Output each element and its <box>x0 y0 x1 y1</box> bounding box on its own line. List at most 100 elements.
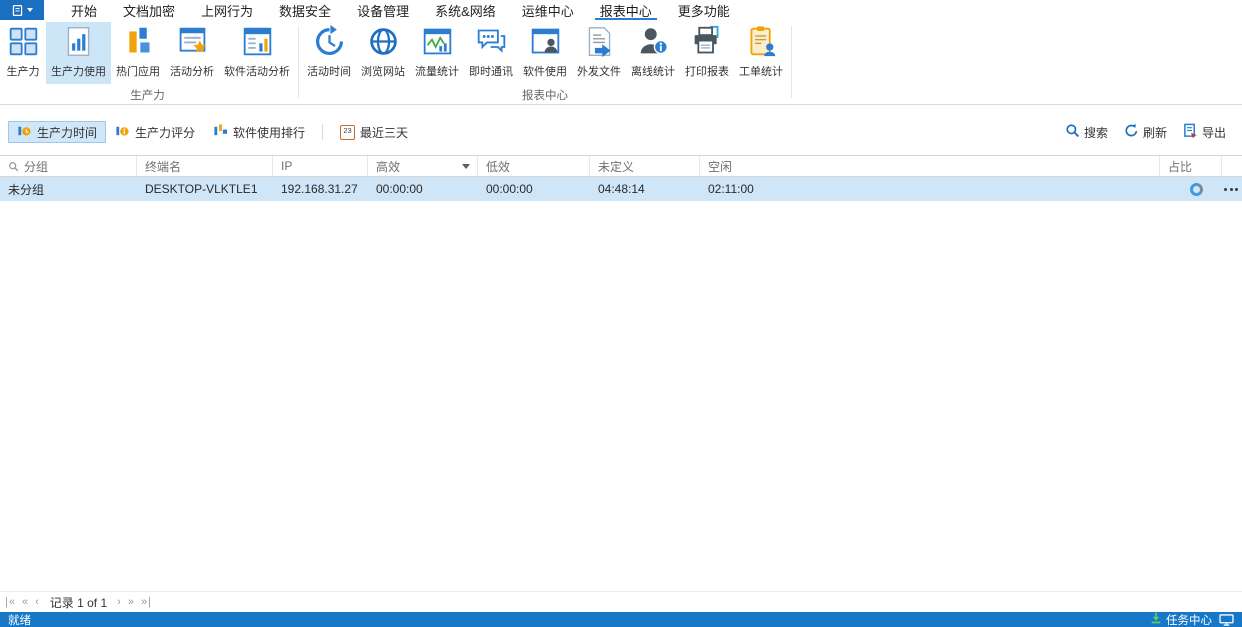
window-chart-icon <box>241 25 274 61</box>
menu-tabs: 开始 文档加密 上网行为 数据安全 设备管理 系统&网络 运维中心 报表中心 更… <box>58 0 743 20</box>
column-header-label: 占比 <box>1168 158 1192 175</box>
column-header-label: 高效 <box>376 158 400 175</box>
printer-icon <box>691 25 724 61</box>
ribbon-group-productivity: 生产力 生产力使用 热门应用 活动分析 软件活动分析 生产力 <box>0 22 295 104</box>
filter-dropdown-icon[interactable] <box>462 164 470 169</box>
user-info-icon <box>637 25 670 61</box>
cell-group: 未分组 <box>0 177 137 201</box>
tab-device-management[interactable]: 设备管理 <box>344 0 422 20</box>
document-star-icon <box>176 25 209 61</box>
task-center-label: 任务中心 <box>1166 612 1212 627</box>
ribbon: 生产力 生产力使用 热门应用 活动分析 软件活动分析 生产力 <box>0 20 1242 105</box>
software-ranking-icon <box>213 123 228 141</box>
tab-web-behavior[interactable]: 上网行为 <box>188 0 266 20</box>
pager-fast-next-icon[interactable]: » <box>128 596 135 608</box>
search-button-label: 搜索 <box>1084 124 1108 141</box>
column-header-label: 低效 <box>486 158 510 175</box>
ribbon-item-label: 软件使用 <box>523 63 567 79</box>
row-actions-ellipsis-icon[interactable] <box>1224 188 1238 191</box>
ribbon-item-label: 生产力 <box>7 63 40 79</box>
ribbon-item-activity-time[interactable]: 活动时间 <box>302 22 356 84</box>
ribbon-item-productivity-usage[interactable]: 生产力使用 <box>46 22 111 84</box>
column-header-group[interactable]: 分组 <box>0 156 137 176</box>
ratio-donut-chart <box>1190 183 1203 196</box>
column-header-label: 空闲 <box>708 158 732 175</box>
refresh-button[interactable]: 刷新 <box>1118 121 1173 143</box>
traffic-chart-icon <box>421 25 454 61</box>
tab-system-network[interactable]: 系统&网络 <box>422 0 509 20</box>
column-header-undefined[interactable]: 未定义 <box>590 156 700 176</box>
ribbon-item-label: 流量统计 <box>415 63 459 79</box>
app-menu-button[interactable] <box>0 0 44 20</box>
pager-next-icon[interactable]: › <box>117 596 122 608</box>
column-header-inefficient[interactable]: 低效 <box>478 156 590 176</box>
pager-record-label: 记录 1 of 1 <box>50 594 107 611</box>
ribbon-item-browse-websites[interactable]: 浏览网站 <box>356 22 410 84</box>
column-header-idle[interactable]: 空闲 <box>700 156 1160 176</box>
ribbon-item-instant-messaging[interactable]: 即时通讯 <box>464 22 518 84</box>
search-button[interactable]: 搜索 <box>1059 121 1114 143</box>
column-header-terminal[interactable]: 终端名 <box>137 156 273 176</box>
view-button-productivity-score[interactable]: 生产力评分 <box>106 121 204 143</box>
pager-last-icon[interactable]: »| <box>141 596 152 608</box>
ribbon-item-software-usage[interactable]: 软件使用 <box>518 22 572 84</box>
ribbon-item-productivity[interactable]: 生产力 <box>0 22 46 84</box>
search-icon <box>8 161 19 172</box>
export-button[interactable]: 导出 <box>1177 121 1232 143</box>
export-button-label: 导出 <box>1202 124 1226 141</box>
pager-first-icon[interactable]: |« <box>5 596 16 608</box>
ribbon-item-offline-stats[interactable]: 离线统计 <box>626 22 680 84</box>
tab-start[interactable]: 开始 <box>58 0 110 20</box>
ribbon-item-traffic-stats[interactable]: 流量统计 <box>410 22 464 84</box>
grid-icon <box>7 25 40 61</box>
ribbon-item-label: 生产力使用 <box>51 63 106 79</box>
tab-report-center[interactable]: 报表中心 <box>587 0 665 20</box>
table-row[interactable]: 未分组 DESKTOP-VLKTLE1 192.168.31.27 00:00:… <box>0 177 1242 201</box>
cell-inefficient: 00:00:00 <box>478 177 590 201</box>
ribbon-item-work-order-stats[interactable]: 工单统计 <box>734 22 788 84</box>
file-export-icon <box>583 25 616 61</box>
ribbon-item-activity-analysis[interactable]: 活动分析 <box>165 22 219 84</box>
search-icon <box>1065 123 1080 141</box>
ribbon-item-hot-apps[interactable]: 热门应用 <box>111 22 165 84</box>
column-header-ratio[interactable]: 占比 <box>1160 156 1222 176</box>
ribbon-group-report-center: 活动时间 浏览网站 流量统计 即时通讯 软件使用 外发文件 <box>302 22 788 104</box>
ribbon-item-software-activity-analysis[interactable]: 软件活动分析 <box>219 22 295 84</box>
ribbon-item-label: 活动分析 <box>170 63 214 79</box>
chat-icon <box>475 25 508 61</box>
column-header-efficient[interactable]: 高效 <box>368 156 478 176</box>
clipboard-user-icon <box>745 25 778 61</box>
pager: |« « ‹ 记录 1 of 1 › » »| <box>0 591 1242 612</box>
grid-empty-area <box>0 201 1242 591</box>
view-button-software-usage-ranking[interactable]: 软件使用排行 <box>204 121 314 143</box>
tab-more-features[interactable]: 更多功能 <box>665 0 743 20</box>
ribbon-item-print-report[interactable]: 打印报表 <box>680 22 734 84</box>
tab-ops-center[interactable]: 运维中心 <box>509 0 587 20</box>
ribbon-item-label: 工单统计 <box>739 63 783 79</box>
column-header-ip[interactable]: IP <box>273 156 368 176</box>
view-button-label: 生产力时间 <box>37 124 97 141</box>
monitor-icon[interactable] <box>1219 614 1234 626</box>
spacer <box>0 145 1242 155</box>
app-window-icon <box>11 4 24 17</box>
ribbon-item-outgoing-files[interactable]: 外发文件 <box>572 22 626 84</box>
ribbon-group-label: 报表中心 <box>302 84 788 107</box>
task-center-button[interactable]: 任务中心 <box>1150 612 1212 627</box>
clock-history-icon <box>313 25 346 61</box>
date-filter-button[interactable]: 23 最近三天 <box>331 121 417 143</box>
column-header-label: 分组 <box>24 158 48 175</box>
tab-doc-encryption[interactable]: 文档加密 <box>110 0 188 20</box>
table-header-row: 分组 终端名 IP 高效 低效 未定义 空闲 占比 <box>0 155 1242 177</box>
pager-fast-prev-icon[interactable]: « <box>22 596 29 608</box>
calendar-icon: 23 <box>340 125 355 140</box>
pager-prev-icon[interactable]: ‹ <box>35 596 40 608</box>
bar-chart-icon <box>122 25 155 61</box>
ribbon-group-separator <box>298 26 299 98</box>
column-header-actions <box>1222 156 1242 176</box>
refresh-button-label: 刷新 <box>1143 124 1167 141</box>
productivity-score-icon <box>115 123 130 141</box>
tab-data-security[interactable]: 数据安全 <box>266 0 344 20</box>
view-button-productivity-time[interactable]: 生产力时间 <box>8 121 106 143</box>
ribbon-group-separator <box>791 26 792 98</box>
chevron-down-icon <box>27 8 33 12</box>
